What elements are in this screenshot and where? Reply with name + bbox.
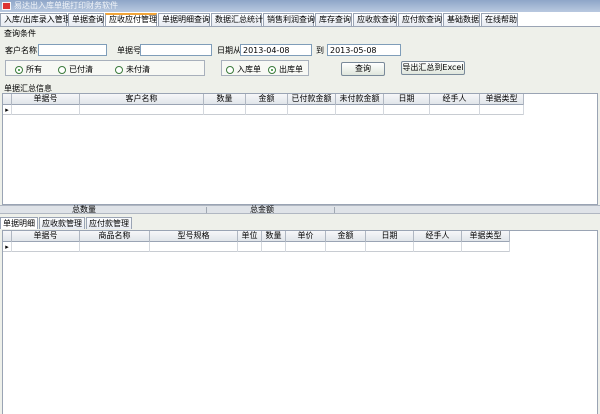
accounts-panel: 查询条件 客户名称 单据号 日期从 到 所有 已付清 未付清 入库单 出库单 查… <box>0 26 600 414</box>
column-header[interactable]: 单据类型 <box>462 231 510 242</box>
radio-dot-icon <box>15 65 23 74</box>
total-quantity-label: 总数量 <box>72 205 96 214</box>
status-radio-all[interactable]: 所有 <box>15 64 42 75</box>
column-header[interactable]: 单据号 <box>12 231 80 242</box>
payment-status-group: 所有 已付清 未付清 <box>5 60 205 76</box>
tab-8[interactable]: 应付款查询 <box>398 13 442 26</box>
tab-5[interactable]: 销售利润查询 <box>263 13 315 26</box>
table-cell[interactable] <box>12 242 80 252</box>
date-to-input[interactable] <box>327 44 401 56</box>
column-header[interactable]: 单据号 <box>12 94 80 105</box>
table-cell[interactable] <box>262 242 286 252</box>
column-header[interactable]: 已付款金额 <box>288 94 336 105</box>
table-row[interactable]: ▸ <box>3 242 510 252</box>
column-header[interactable]: 金额 <box>326 231 366 242</box>
detail-grid: 单据号 商品名称 型号规格 单位 数量 单价 金额 日期 经手人 单据类型 ▸ <box>2 230 598 414</box>
title-bar: 易达出入库单据打印财务软件 <box>0 0 600 12</box>
query-button[interactable]: 查询 <box>341 62 385 76</box>
column-header[interactable]: 单价 <box>286 231 326 242</box>
status-radio-paid[interactable]: 已付清 <box>58 64 93 75</box>
main-tab-strip: 入库/出库录入管理 单据查询 应收应付管理 单据明细查询 数据汇总统计 销售利润查询 库存查… <box>0 13 519 26</box>
row-header-corner <box>3 94 12 105</box>
doc-no-input[interactable] <box>140 44 212 56</box>
column-header[interactable]: 型号规格 <box>150 231 238 242</box>
table-cell[interactable] <box>150 242 238 252</box>
summary-grid-header: 单据号 客户名称 数量 金额 已付款金额 未付款金额 日期 经手人 单据类型 <box>3 94 524 105</box>
doc-type-group: 入库单 出库单 <box>221 60 309 76</box>
detail-grid-header: 单据号 商品名称 型号规格 单位 数量 单价 金额 日期 经手人 单据类型 <box>3 231 510 242</box>
tab-10[interactable]: 在线帮助 <box>481 13 518 26</box>
table-cell[interactable] <box>238 242 262 252</box>
column-header[interactable]: 客户名称 <box>80 94 204 105</box>
table-cell[interactable] <box>326 242 366 252</box>
table-cell[interactable] <box>414 242 462 252</box>
table-row[interactable]: ▸ <box>3 105 524 115</box>
row-header-corner <box>3 231 12 242</box>
radio-dot-icon <box>268 65 276 74</box>
column-header[interactable]: 日期 <box>384 94 430 105</box>
radio-dot-icon <box>226 65 234 74</box>
tab-4[interactable]: 数据汇总统计 <box>211 13 263 26</box>
table-cell[interactable] <box>204 105 246 115</box>
table-cell[interactable] <box>12 105 80 115</box>
table-cell[interactable] <box>288 105 336 115</box>
tab-0[interactable]: 入库/出库录入管理 <box>0 13 71 26</box>
subtab-1[interactable]: 应收款管理 <box>39 217 85 229</box>
date-from-input[interactable] <box>240 44 312 56</box>
table-cell[interactable] <box>480 105 524 115</box>
radio-dot-icon <box>115 65 123 74</box>
radio-dot-icon <box>58 65 66 74</box>
table-cell[interactable] <box>384 105 430 115</box>
table-cell[interactable] <box>80 105 204 115</box>
tab-2[interactable]: 应收应付管理 <box>105 13 157 26</box>
table-cell[interactable] <box>286 242 326 252</box>
totals-divider <box>206 207 207 213</box>
table-cell[interactable] <box>462 242 510 252</box>
table-cell[interactable] <box>336 105 384 115</box>
column-header[interactable]: 商品名称 <box>80 231 150 242</box>
column-header[interactable]: 经手人 <box>414 231 462 242</box>
tab-1[interactable]: 单据查询 <box>68 13 104 26</box>
customer-label: 客户名称 <box>5 46 37 55</box>
column-header[interactable]: 经手人 <box>430 94 480 105</box>
subtab-2[interactable]: 应付款管理 <box>86 217 132 229</box>
totals-divider <box>334 207 335 213</box>
column-header[interactable]: 单位 <box>238 231 262 242</box>
window-title: 易达出入库单据打印财务软件 <box>14 1 118 10</box>
summary-grid: 单据号 客户名称 数量 金额 已付款金额 未付款金额 日期 经手人 单据类型 ▸ <box>2 93 598 205</box>
type-radio-outbound[interactable]: 出库单 <box>268 64 303 75</box>
totals-bar: 总数量 总金额 <box>0 205 600 214</box>
tab-7[interactable]: 应收款查询 <box>353 13 397 26</box>
date-to-label: 到 <box>316 46 324 55</box>
row-pointer-icon: ▸ <box>3 242 12 252</box>
column-header[interactable]: 日期 <box>366 231 414 242</box>
type-radio-inbound[interactable]: 入库单 <box>226 64 261 75</box>
customer-input[interactable] <box>38 44 107 56</box>
subtab-0[interactable]: 单据明细 <box>0 217 38 229</box>
table-cell[interactable] <box>366 242 414 252</box>
column-header[interactable]: 数量 <box>204 94 246 105</box>
column-header[interactable]: 未付款金额 <box>336 94 384 105</box>
sub-tab-strip: 单据明细 应收款管理 应付款管理 <box>0 217 133 229</box>
total-amount-label: 总金额 <box>250 205 274 214</box>
column-header[interactable]: 数量 <box>262 231 286 242</box>
date-from-label: 日期从 <box>217 46 241 55</box>
app-icon <box>2 2 11 10</box>
row-pointer-icon: ▸ <box>3 105 12 115</box>
tab-9[interactable]: 基础数据 <box>443 13 480 26</box>
export-excel-button[interactable]: 导出汇总到Excel <box>401 61 465 75</box>
table-cell[interactable] <box>430 105 480 115</box>
query-group-label: 查询条件 <box>4 29 36 38</box>
table-cell[interactable] <box>246 105 288 115</box>
tab-3[interactable]: 单据明细查询 <box>158 13 210 26</box>
tab-6[interactable]: 库存查询 <box>315 13 352 26</box>
status-radio-unpaid[interactable]: 未付清 <box>115 64 150 75</box>
column-header[interactable]: 金额 <box>246 94 288 105</box>
table-cell[interactable] <box>80 242 150 252</box>
doc-no-label: 单据号 <box>117 46 141 55</box>
column-header[interactable]: 单据类型 <box>480 94 524 105</box>
